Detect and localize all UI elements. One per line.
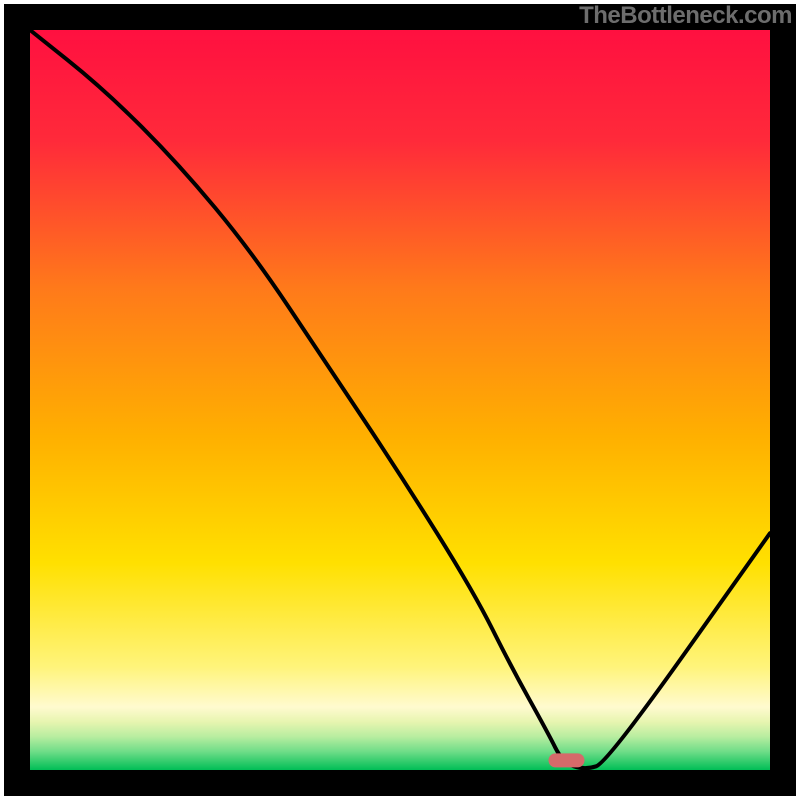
optimal-marker — [549, 753, 585, 767]
watermark-text: TheBottleneck.com — [579, 2, 792, 30]
plot-background — [30, 30, 770, 770]
